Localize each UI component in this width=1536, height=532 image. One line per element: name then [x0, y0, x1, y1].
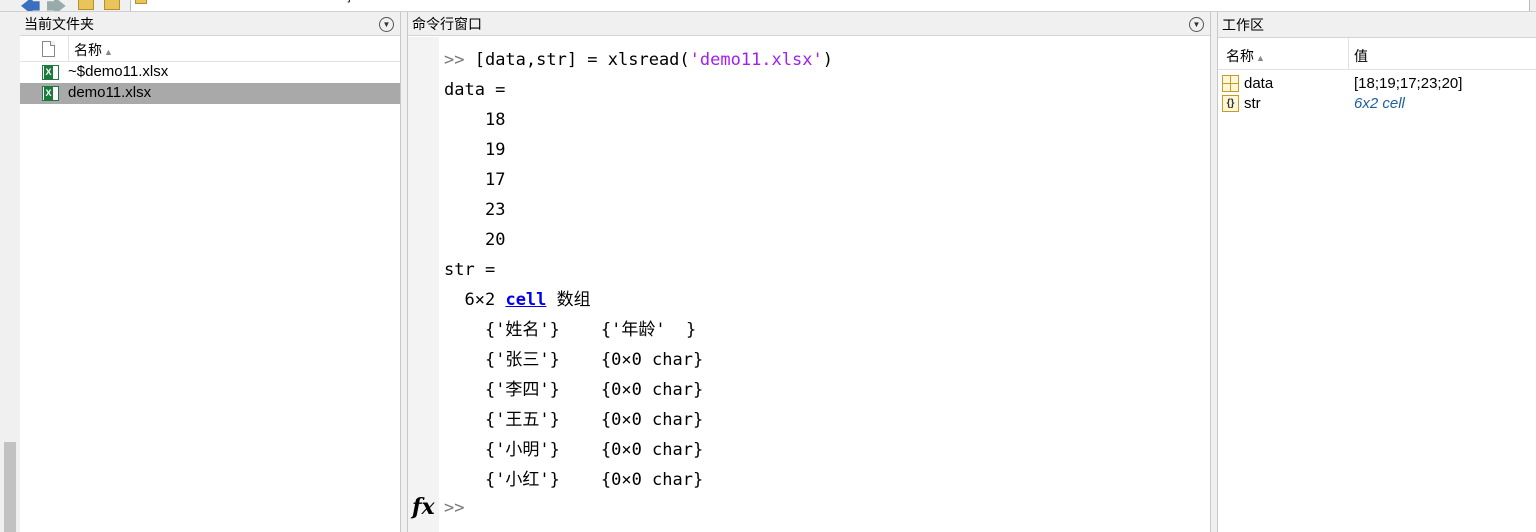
panel-title-bar: 命令行窗口 ▼ [408, 12, 1210, 36]
cell-icon: {} [1222, 95, 1239, 112]
workspace-variable-row[interactable]: {} str 6x2 cell [1218, 94, 1536, 114]
file-type-column-icon [42, 41, 55, 57]
command-window-panel[interactable]: 命令行窗口 ▼ >> [data,str] = xlsread('demo11.… [407, 12, 1211, 532]
command-input-prompt[interactable]: >> [444, 498, 464, 518]
path-segment[interactable]: shujuchuli [327, 0, 385, 3]
sort-ascending-icon: ▲ [104, 47, 113, 57]
panel-title-bar: 当前文件夹 ▼ [20, 12, 400, 36]
address-bar: 🡄 🡆 ▶ E: ▶ matlab-test ▶ shujuchuli ▶ li… [0, 0, 1536, 12]
output-value: 18 [484, 110, 506, 130]
value-column-header[interactable]: 值 [1354, 46, 1368, 66]
path-field[interactable]: ▶ E: ▶ matlab-test ▶ shujuchuli ▶ lizi1 [130, 0, 1530, 11]
browse-folder-icon[interactable] [104, 0, 120, 10]
workspace-header: 名称 ▲ 值 [1218, 38, 1536, 70]
cell-summary: 6×2 cell 数组 [464, 290, 591, 310]
file-name: demo11.xlsx [68, 84, 152, 101]
panel-menu-icon[interactable]: ▼ [379, 17, 394, 32]
up-folder-icon[interactable] [78, 0, 94, 10]
output-value: 17 [484, 170, 506, 190]
back-arrow-icon[interactable]: 🡄 [20, 0, 41, 11]
function-browser-fx-icon[interactable]: fx [412, 494, 435, 520]
file-list-header: 名称 ▲ [20, 36, 400, 62]
variable-name: data [1244, 75, 1274, 92]
name-column-header[interactable]: 名称 ▲ [1226, 46, 1265, 66]
file-row[interactable]: ~$demo11.xlsx [20, 62, 400, 83]
excel-file-icon [42, 86, 59, 101]
command-line: >> [data,str] = xlsread('demo11.xlsx') [444, 50, 833, 70]
output-label: data = [444, 80, 506, 100]
cell-row: {'姓名'} {'年龄' } [484, 320, 697, 340]
panel-title: 命令行窗口 [412, 15, 482, 32]
output-label: str = [444, 260, 496, 280]
left-collapse-strip [0, 12, 20, 532]
excel-file-icon [42, 65, 59, 80]
panel-title-bar: 工作区 [1218, 12, 1536, 38]
matrix-icon [1222, 75, 1239, 92]
cell-doc-link[interactable]: cell [505, 290, 546, 310]
output-value: 23 [484, 200, 506, 220]
output-value: 19 [484, 140, 506, 160]
panel-menu-icon[interactable]: ▼ [1189, 17, 1204, 32]
name-column-header[interactable]: 名称 ▲ [74, 40, 113, 60]
file-row-selected[interactable]: demo11.xlsx [20, 83, 400, 104]
output-value: 20 [484, 230, 506, 250]
forward-arrow-icon[interactable]: 🡆 [46, 0, 67, 11]
cell-row: {'李四'} {0×0 char} [484, 380, 704, 400]
file-name: ~$demo11.xlsx [68, 63, 169, 80]
cell-row: {'小明'} {0×0 char} [484, 440, 704, 460]
variable-value: [18;19;17;23;20] [1354, 75, 1463, 92]
panel-title: 当前文件夹 [24, 15, 94, 32]
folder-icon [135, 0, 147, 4]
workspace-panel: 工作区 名称 ▲ 值 data [18;19;17;23;20] {} str 6… [1217, 12, 1536, 532]
variable-name: str [1244, 95, 1261, 112]
variable-value: 6x2 cell [1354, 95, 1405, 112]
command-gutter [408, 37, 439, 532]
cell-row: {'王五'} {0×0 char} [484, 410, 704, 430]
path-segment[interactable]: matlab-test [217, 0, 281, 3]
cell-row: {'张三'} {0×0 char} [484, 350, 704, 370]
sort-ascending-icon: ▲ [1256, 53, 1265, 63]
path-segment[interactable]: E: [179, 0, 191, 3]
cell-row: {'小红'} {0×0 char} [484, 470, 704, 490]
workspace-variable-row[interactable]: data [18;19;17;23;20] [1218, 74, 1536, 94]
path-segment[interactable]: lizi1 [425, 0, 447, 3]
command-output: >> [data,str] = xlsread('demo11.xlsx') d… [444, 45, 833, 495]
scrollbar-thumb[interactable] [4, 442, 16, 532]
current-folder-panel: 当前文件夹 ▼ 名称▲ ~$demo11.xlsx demo11.xlsx [20, 12, 401, 532]
panel-title: 工作区 [1222, 16, 1264, 33]
